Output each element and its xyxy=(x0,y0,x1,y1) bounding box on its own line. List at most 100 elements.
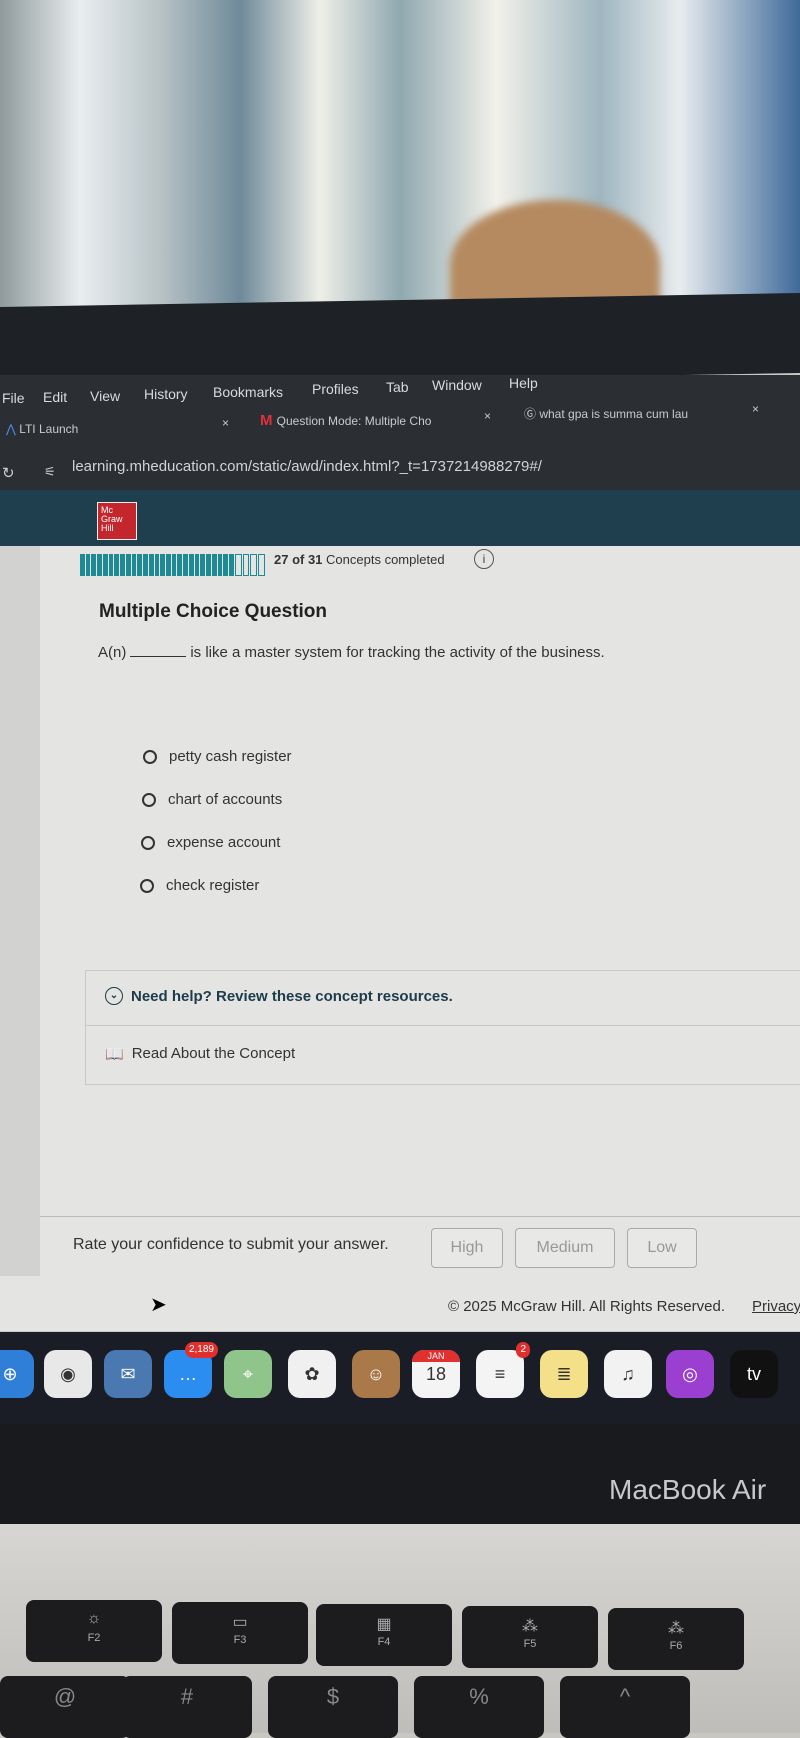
key-label: F5 xyxy=(523,1638,537,1650)
help-toggle[interactable]: ⌄ Need help? Review these concept resourc… xyxy=(105,987,453,1005)
tab-question-mode[interactable]: M Question Mode: Multiple Cho xyxy=(260,412,431,429)
menu-profiles[interactable]: Profiles xyxy=(312,381,359,397)
option-check-register[interactable]: check register xyxy=(140,877,259,894)
number-key: # xyxy=(122,1676,252,1738)
background-photo xyxy=(0,0,800,330)
reminders-icon[interactable]: ≡ 2 xyxy=(476,1342,530,1398)
screen-bezel xyxy=(0,293,800,387)
progress-segment xyxy=(148,554,154,576)
privacy-link[interactable]: Privacy xyxy=(752,1298,800,1315)
menu-view[interactable]: View xyxy=(90,388,120,404)
calendar-icon[interactable]: 18 JAN xyxy=(412,1350,460,1398)
option-expense-account[interactable]: expense account xyxy=(141,834,280,851)
key-label: F2 xyxy=(87,1632,101,1644)
close-icon[interactable]: × xyxy=(752,402,759,416)
radio-button[interactable] xyxy=(143,749,157,764)
progress-label: Concepts completed xyxy=(326,552,445,567)
tab-lti-launch[interactable]: ⋀ LTI Launch xyxy=(6,422,78,436)
chrome-icon[interactable]: ◉ xyxy=(44,1350,92,1398)
music-icon[interactable]: ♫ xyxy=(604,1350,652,1398)
progress-segment xyxy=(125,554,131,576)
read-about-concept-link[interactable]: 📖 Read About the Concept xyxy=(105,1045,295,1063)
info-icon[interactable]: i xyxy=(474,549,494,569)
progress-segment xyxy=(194,554,200,576)
blank xyxy=(130,656,187,657)
progress-segment xyxy=(188,554,194,576)
podcasts-icon[interactable]: ◎ xyxy=(666,1350,714,1398)
progress-segment xyxy=(108,554,114,576)
radio-button[interactable] xyxy=(142,792,156,807)
left-gutter xyxy=(0,546,40,1276)
key-f5: ⁂ F5 xyxy=(462,1606,598,1668)
key-icon: ▭ xyxy=(232,1614,248,1631)
reload-icon[interactable]: ↻ xyxy=(2,464,15,482)
menu-file[interactable]: File xyxy=(2,390,25,406)
divider xyxy=(85,1025,800,1026)
question-title: Multiple Choice Question xyxy=(99,601,328,622)
number-key: $ xyxy=(268,1676,398,1738)
tv-icon[interactable]: tv xyxy=(730,1350,778,1398)
page-content xyxy=(0,546,800,1331)
close-icon[interactable]: × xyxy=(222,416,229,430)
confidence-prompt: Rate your confidence to submit your answ… xyxy=(73,1236,389,1253)
close-icon[interactable]: × xyxy=(484,409,491,423)
question-suffix: is like a master system for tracking the… xyxy=(190,644,605,661)
photos-icon[interactable]: ✿ xyxy=(288,1350,336,1398)
maps-icon[interactable]: ⌖ xyxy=(224,1350,272,1398)
contacts-icon[interactable]: ☺ xyxy=(352,1350,400,1398)
progress-segment xyxy=(91,554,97,576)
number-key: @ xyxy=(0,1676,130,1738)
help-title: Need help? Review these concept resource… xyxy=(131,987,453,1005)
key-icon: ⁂ xyxy=(522,1618,538,1635)
progress-segment xyxy=(97,554,102,576)
laptop-label: MacBook Air xyxy=(609,1474,767,1505)
calendar-month: JAN xyxy=(412,1350,460,1362)
progress-segment xyxy=(143,554,148,576)
radio-button[interactable] xyxy=(140,878,154,893)
key-icon: ☼ xyxy=(86,1610,102,1627)
progress-segment xyxy=(234,554,242,576)
confidence-medium-button[interactable]: Medium xyxy=(515,1228,615,1268)
menu-window[interactable]: Window xyxy=(432,377,482,393)
key-label: F6 xyxy=(669,1640,683,1652)
mcgraw-m-icon: M xyxy=(260,412,277,429)
menu-tab[interactable]: Tab xyxy=(386,379,409,395)
menu-help[interactable]: Help xyxy=(509,375,538,391)
radio-button[interactable] xyxy=(141,835,155,850)
lti-icon: ⋀ xyxy=(6,422,20,436)
progress-segment xyxy=(171,554,177,576)
divider xyxy=(40,1216,800,1217)
progress-segment xyxy=(250,554,258,576)
app-glyph: ⊕ xyxy=(2,1364,18,1384)
progress-segment xyxy=(229,554,234,576)
option-chart-of-accounts[interactable]: chart of accounts xyxy=(142,791,282,808)
option-label: petty cash register xyxy=(169,748,292,765)
notes-icon[interactable]: ≣ xyxy=(540,1350,588,1398)
tab-label: LTI Launch xyxy=(19,422,79,436)
menu-edit[interactable]: Edit xyxy=(43,389,67,405)
option-label: chart of accounts xyxy=(168,791,283,808)
progress-segment xyxy=(120,554,125,576)
mcgraw-hill-logo: Mc Graw Hill xyxy=(97,502,137,540)
confidence-low-button[interactable]: Low xyxy=(627,1228,697,1268)
progress-segment xyxy=(166,554,171,576)
mail-icon[interactable]: ✉ xyxy=(104,1350,152,1398)
safari-icon[interactable]: ⊕ xyxy=(0,1350,34,1398)
option-petty-cash-register[interactable]: petty cash register xyxy=(143,748,292,765)
progress-segment xyxy=(114,554,120,576)
confidence-high-button[interactable]: High xyxy=(431,1228,503,1268)
tab-google-search[interactable]: Ⓖ what gpa is summa cum lau xyxy=(524,405,688,422)
progress-count: 27 of 31 xyxy=(274,552,323,567)
menu-bookmarks[interactable]: Bookmarks xyxy=(213,384,283,400)
progress-segment xyxy=(242,554,250,576)
menu-history[interactable]: History xyxy=(144,386,188,402)
site-settings-icon[interactable]: ⚟ xyxy=(44,464,56,480)
question-prefix: A(n) xyxy=(98,644,127,661)
key-f6: ⁂ F6 xyxy=(608,1608,744,1670)
messages-icon[interactable]: … 2,189 xyxy=(164,1342,218,1398)
tab-label: Question Mode: Multiple Cho xyxy=(276,414,432,428)
progress-segment xyxy=(217,554,223,576)
app-glyph: … xyxy=(179,1364,197,1384)
address-bar[interactable]: learning.mheducation.com/static/awd/inde… xyxy=(72,458,542,475)
app-glyph: tv xyxy=(746,1364,761,1384)
